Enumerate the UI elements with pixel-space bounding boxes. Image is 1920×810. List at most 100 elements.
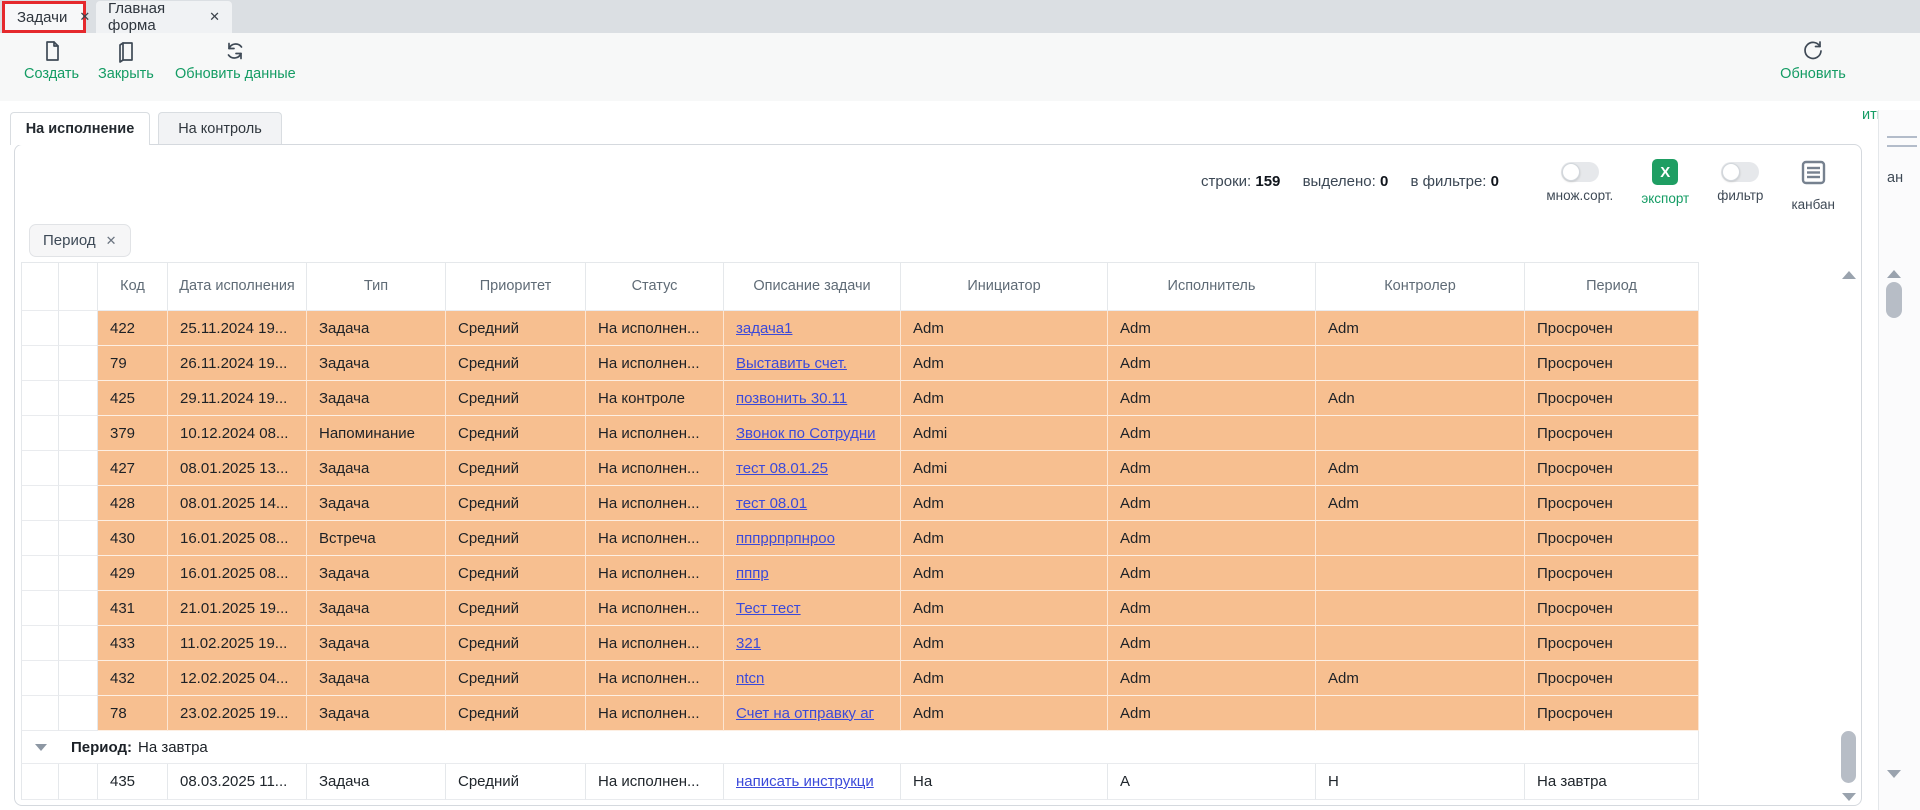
column-header-4[interactable]: Тип bbox=[307, 262, 446, 311]
table-vertical-scrollbar[interactable] bbox=[1841, 265, 1857, 801]
kanban-icon[interactable] bbox=[1800, 159, 1827, 191]
table-row[interactable]: 42225.11.2024 19...ЗадачаСреднийНа испол… bbox=[21, 311, 1699, 346]
cell-executor: Adm bbox=[1108, 381, 1316, 416]
scrollbar-thumb[interactable] bbox=[1886, 282, 1902, 318]
kanban-button[interactable]: канбан bbox=[1791, 159, 1835, 212]
column-header-2[interactable]: Код bbox=[98, 262, 168, 311]
multi-sort-toggle[interactable]: множ.сорт. bbox=[1546, 159, 1613, 212]
column-header-8[interactable]: Инициатор bbox=[901, 262, 1108, 311]
window-tab-tasks[interactable]: Задачи ✕ bbox=[2, 1, 86, 33]
rows-count-label: строки: bbox=[1201, 173, 1251, 190]
cell-priority: Средний bbox=[446, 696, 586, 731]
close-button[interactable]: Закрыть bbox=[98, 39, 154, 82]
column-header-11[interactable]: Период bbox=[1525, 262, 1699, 311]
group-row-period[interactable]: Период: На завтра bbox=[21, 731, 1699, 764]
close-tab-icon[interactable]: ✕ bbox=[79, 9, 90, 25]
scroll-down-icon[interactable] bbox=[1887, 770, 1901, 778]
table-row[interactable]: 37910.12.2024 08...НапоминаниеСреднийНа … bbox=[21, 416, 1699, 451]
column-header-1[interactable] bbox=[59, 262, 98, 311]
remove-filter-icon[interactable]: ✕ bbox=[106, 233, 117, 249]
table-row[interactable]: 43311.02.2025 19...ЗадачаСреднийНа испол… bbox=[21, 626, 1699, 661]
export-button[interactable]: X экспорт bbox=[1641, 159, 1689, 212]
task-description-link[interactable]: Звонок по Сотрудни bbox=[736, 425, 876, 442]
cell-code: 78 bbox=[98, 696, 168, 731]
scroll-down-icon[interactable] bbox=[1842, 793, 1856, 801]
cell-description: Тест тест bbox=[724, 591, 901, 626]
column-header-6[interactable]: Статус bbox=[586, 262, 724, 311]
task-description-link[interactable]: Счет на отправку аг bbox=[736, 705, 874, 722]
cell-priority: Средний bbox=[446, 486, 586, 521]
task-description-link[interactable]: пппррпрпнроо bbox=[736, 530, 835, 547]
cell-type: Задача bbox=[307, 764, 446, 800]
period-chip-label: Период bbox=[43, 232, 96, 249]
table-row[interactable]: 42916.01.2025 08...ЗадачаСреднийНа испол… bbox=[21, 556, 1699, 591]
window-tab-main-form[interactable]: Главная форма ✕ bbox=[96, 1, 232, 33]
cell-description: позвонить 30.11 bbox=[724, 381, 901, 416]
column-header-9[interactable]: Исполнитель bbox=[1108, 262, 1316, 311]
table-row[interactable]: 43212.02.2025 04...ЗадачаСреднийНа испол… bbox=[21, 661, 1699, 696]
scrollbar-thumb[interactable] bbox=[1841, 731, 1856, 783]
cell-period: Просрочен bbox=[1525, 346, 1699, 381]
cell-initiator: Adm bbox=[901, 661, 1108, 696]
column-header-5[interactable]: Приоритет bbox=[446, 262, 586, 311]
table-row[interactable]: 43508.03.2025 11...ЗадачаСреднийНа испол… bbox=[21, 764, 1699, 800]
refresh-button[interactable]: Обновить bbox=[1768, 39, 1858, 82]
table-row[interactable]: 7926.11.2024 19...ЗадачаСреднийНа исполн… bbox=[21, 346, 1699, 381]
table-row[interactable]: 42808.01.2025 14...ЗадачаСреднийНа испол… bbox=[21, 486, 1699, 521]
scroll-up-icon[interactable] bbox=[1842, 271, 1856, 279]
cell-status: На исполнен... bbox=[586, 764, 724, 800]
table-row[interactable]: 7823.02.2025 19...ЗадачаСреднийНа исполн… bbox=[21, 696, 1699, 731]
task-description-link[interactable]: 321 bbox=[736, 635, 761, 652]
table-row[interactable]: 43016.01.2025 08...ВстречаСреднийНа испо… bbox=[21, 521, 1699, 556]
tab-na-ispolnenie[interactable]: На исполнение bbox=[10, 112, 150, 145]
task-description-link[interactable]: ntcn bbox=[736, 670, 764, 687]
cell-type: Задача bbox=[307, 626, 446, 661]
cell-code: 79 bbox=[98, 346, 168, 381]
column-header-0[interactable] bbox=[21, 262, 59, 311]
create-button[interactable]: Создать bbox=[24, 39, 79, 82]
tab-na-kontrol[interactable]: На контроль bbox=[158, 112, 282, 144]
toggle-off-icon[interactable] bbox=[1721, 162, 1759, 182]
task-description-link[interactable]: задача1 bbox=[736, 320, 792, 337]
task-description-link[interactable]: позвонить 30.11 bbox=[736, 390, 847, 407]
table-row[interactable]: 42708.01.2025 13...ЗадачаСреднийНа испол… bbox=[21, 451, 1699, 486]
cell-date: 16.01.2025 08... bbox=[168, 521, 307, 556]
task-description-link[interactable]: тест 08.01 bbox=[736, 495, 807, 512]
scroll-up-icon[interactable] bbox=[1887, 270, 1901, 278]
cell-marker bbox=[21, 661, 59, 696]
task-description-link[interactable]: Тест тест bbox=[736, 600, 801, 617]
toggle-off-icon[interactable] bbox=[1561, 162, 1599, 182]
column-header-3[interactable]: Дата исполнения bbox=[168, 262, 307, 311]
cell-initiator: Adm bbox=[901, 521, 1108, 556]
table-row[interactable]: 43121.01.2025 19...ЗадачаСреднийНа испол… bbox=[21, 591, 1699, 626]
task-description-link[interactable]: тест 08.01.25 bbox=[736, 460, 828, 477]
excel-export-icon[interactable]: X bbox=[1652, 159, 1678, 185]
task-description-link[interactable]: Выставить счет. bbox=[736, 355, 847, 372]
cell-controller bbox=[1316, 416, 1525, 451]
column-header-10[interactable]: Контролер bbox=[1316, 262, 1525, 311]
create-button-label: Создать bbox=[24, 66, 79, 82]
period-filter-chip[interactable]: Период ✕ bbox=[29, 224, 131, 257]
column-header-7[interactable]: Описание задачи bbox=[724, 262, 901, 311]
cell-controller: Adm bbox=[1316, 486, 1525, 521]
cell-description: пппррпрпнроо bbox=[724, 521, 901, 556]
table-row[interactable]: 42529.11.2024 19...ЗадачаСреднийНа контр… bbox=[21, 381, 1699, 416]
filter-toggle[interactable]: фильтр bbox=[1717, 159, 1763, 212]
cell-status: На исполнен... bbox=[586, 486, 724, 521]
cell-priority: Средний bbox=[446, 521, 586, 556]
cell-period: Просрочен bbox=[1525, 556, 1699, 591]
task-description-link[interactable]: пппр bbox=[736, 565, 769, 582]
close-tab-icon[interactable]: ✕ bbox=[209, 9, 220, 25]
new-document-icon bbox=[40, 39, 64, 63]
refresh-data-button[interactable]: Обновить данные bbox=[175, 39, 296, 82]
cell-marker bbox=[59, 556, 98, 591]
cell-controller bbox=[1316, 591, 1525, 626]
cell-priority: Средний bbox=[446, 626, 586, 661]
task-description-link[interactable]: написать инструкци bbox=[736, 773, 874, 790]
cell-date: 23.02.2025 19... bbox=[168, 696, 307, 731]
cell-marker bbox=[59, 661, 98, 696]
cell-code: 422 bbox=[98, 311, 168, 346]
outer-vertical-scrollbar[interactable] bbox=[1885, 266, 1903, 786]
group-collapse-icon[interactable] bbox=[35, 744, 47, 751]
group-row-value: На завтра bbox=[138, 739, 208, 756]
